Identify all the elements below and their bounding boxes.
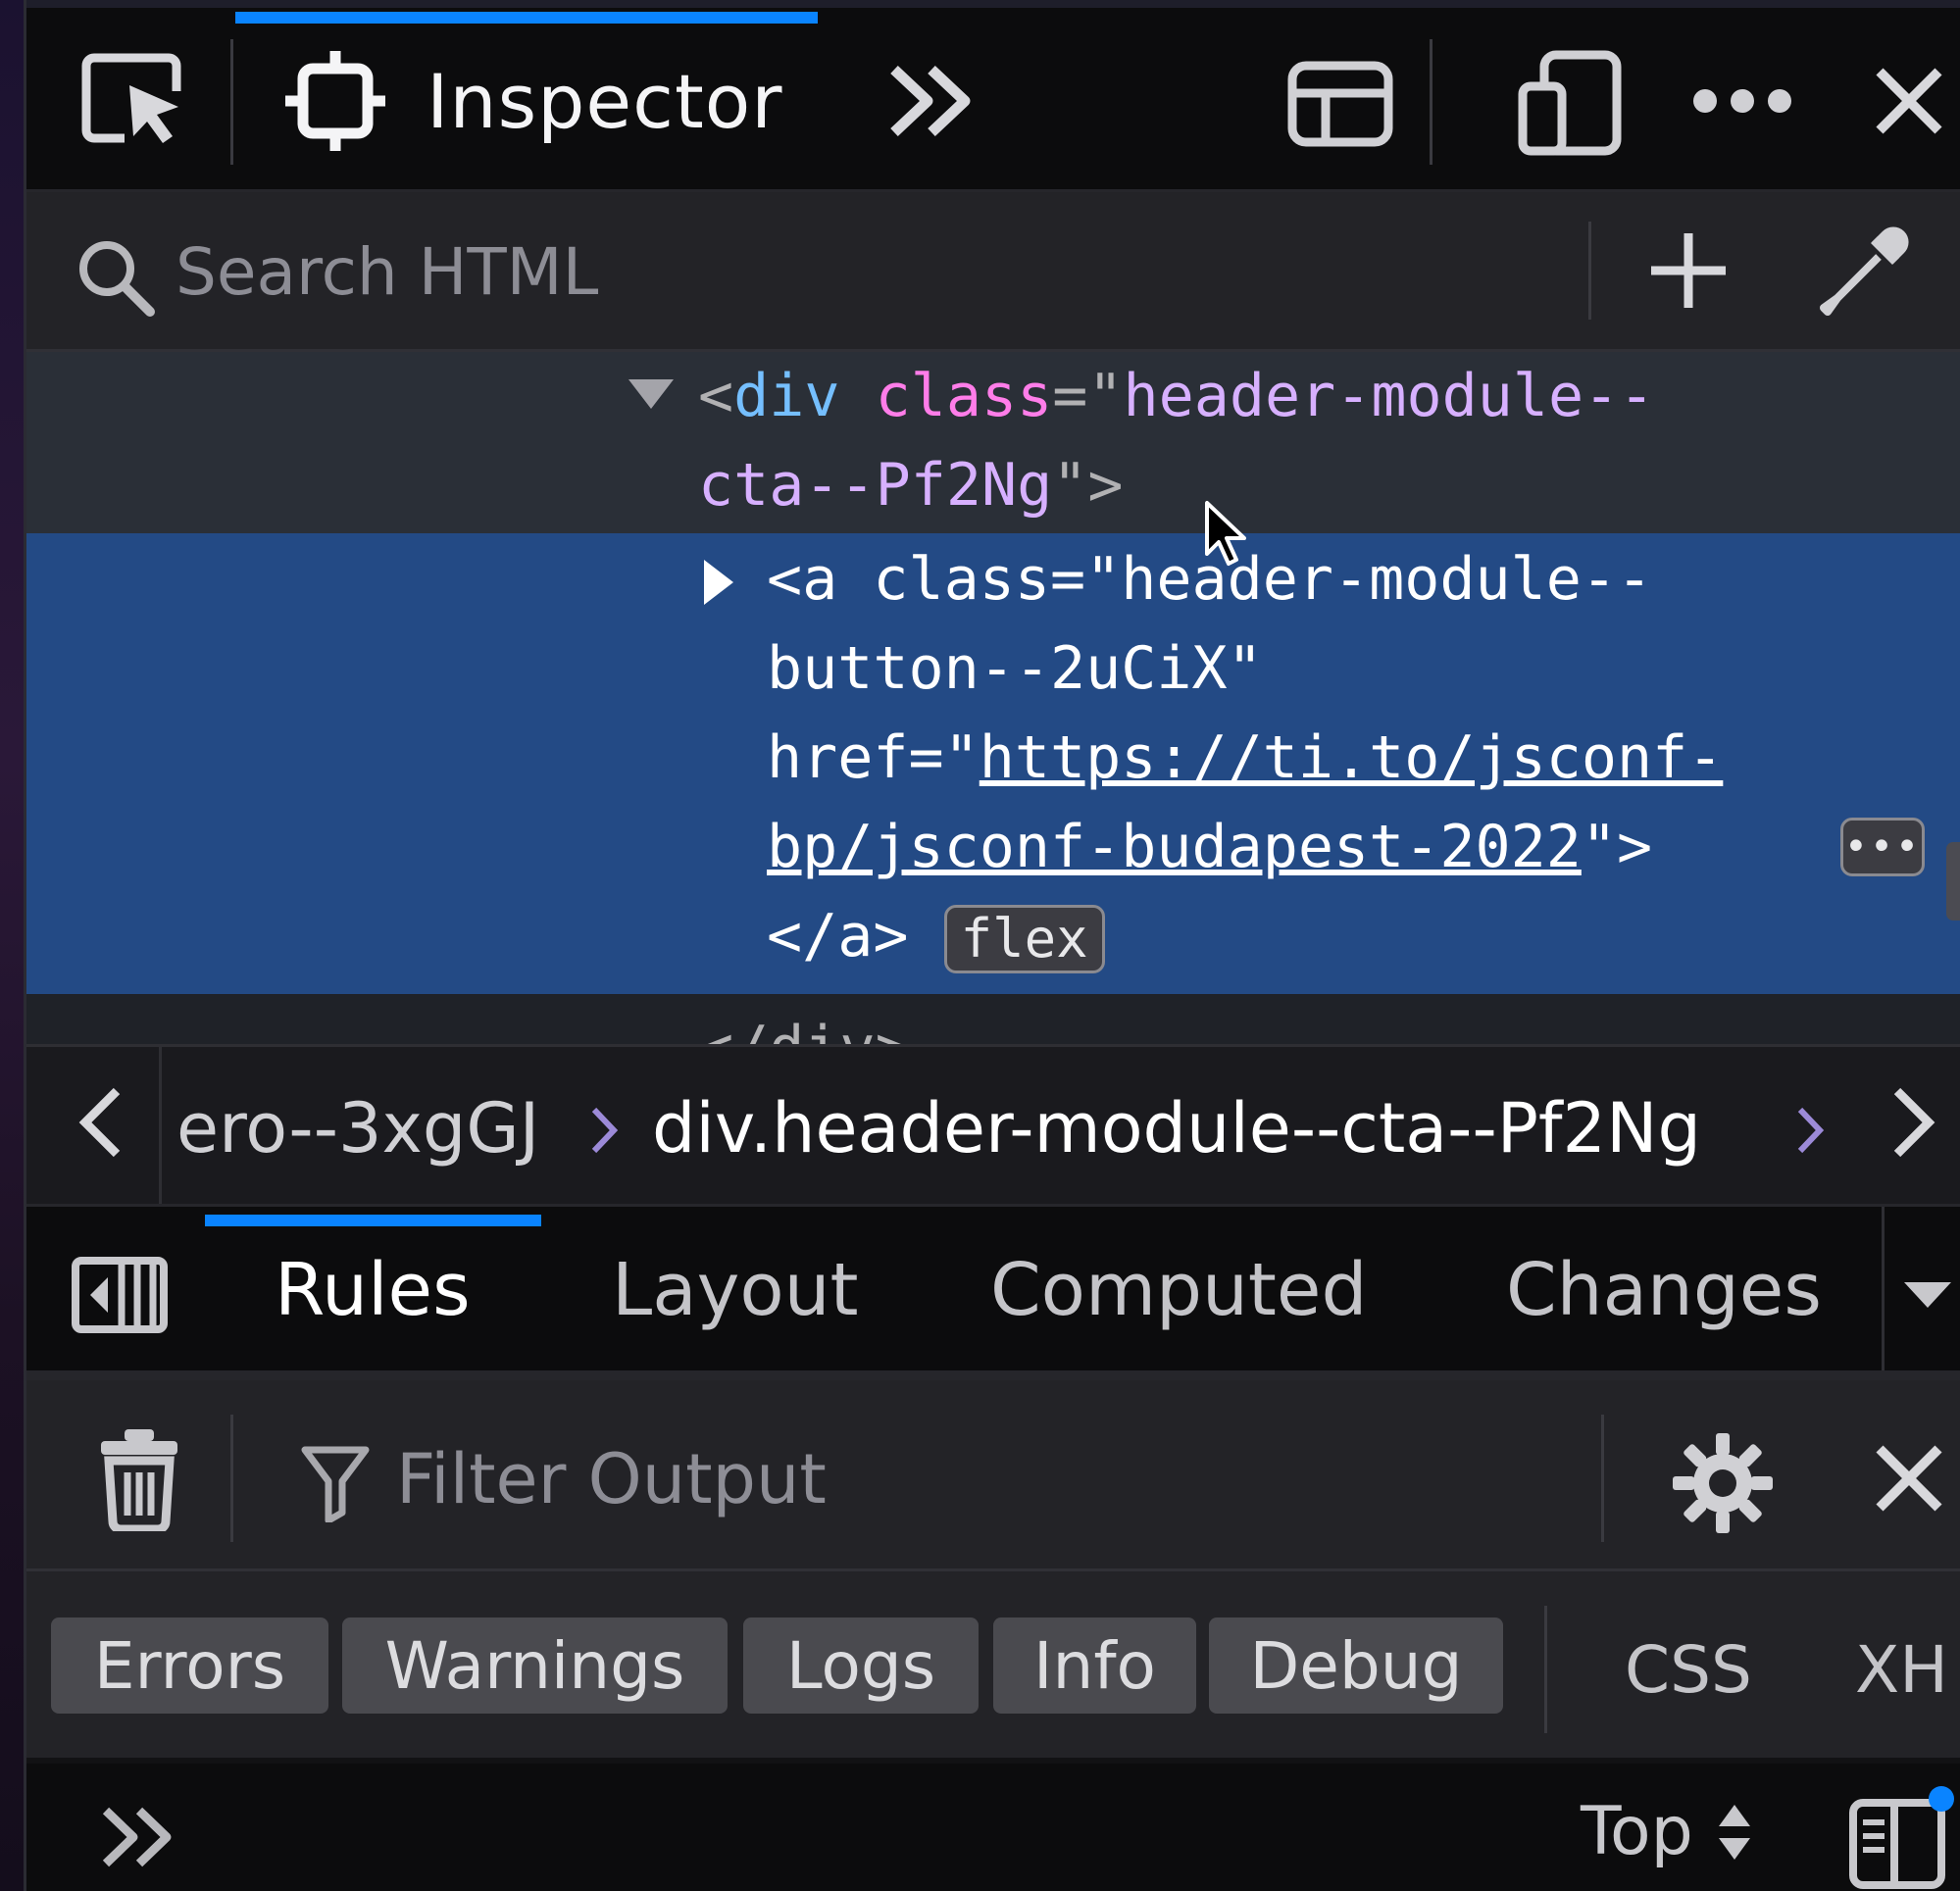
search-separator <box>1588 222 1591 320</box>
add-node-button[interactable] <box>1644 226 1733 315</box>
markup-child-line5: </a> flex <box>767 892 1105 981</box>
breadcrumb-item-previous[interactable]: ero--3xgGJ <box>176 1088 539 1169</box>
toolbar-separator <box>230 39 233 165</box>
more-tools-chevron-icon <box>889 65 970 137</box>
flex-badge[interactable]: flex <box>943 905 1105 974</box>
markup-child-line2: button--2uCiX" <box>767 634 1263 703</box>
href-link-continued[interactable]: bp/jsconf-budapest-2022 <box>767 813 1582 881</box>
search-html-input[interactable] <box>174 231 1550 312</box>
more-tools-button[interactable] <box>879 52 982 150</box>
split-editor-icon <box>1848 1786 1954 1889</box>
sidetab-separator <box>1882 1207 1885 1370</box>
collapsed-children-badge[interactable]: ••• <box>1840 818 1925 876</box>
inspector-icon <box>285 51 385 151</box>
context-label: Top <box>1581 1793 1693 1870</box>
filter-css-button[interactable]: CSS <box>1625 1632 1752 1708</box>
console-prompt-chevron-icon <box>102 1807 172 1867</box>
chevron-down-icon <box>1903 1282 1951 1308</box>
breadcrumb-scroll-left-button[interactable] <box>56 1078 144 1167</box>
markup-child-line3: href="https://ti.to/jsconf- <box>767 723 1724 792</box>
window-top-border <box>26 0 1960 8</box>
console-settings-button[interactable] <box>1664 1424 1782 1542</box>
context-selector[interactable]: Top <box>1581 1793 1754 1870</box>
breadcrumb-chevron-icon <box>1797 1107 1825 1154</box>
search-icon <box>79 241 155 317</box>
chevron-right-icon <box>1893 1087 1935 1158</box>
filter-xhr-button[interactable]: XH <box>1855 1632 1948 1708</box>
console-toolbar-separator <box>230 1415 233 1542</box>
tab-inspector-label: Inspector <box>427 57 783 145</box>
filter-info-button[interactable]: Info <box>993 1617 1196 1714</box>
close-devtools-button[interactable] <box>1870 62 1948 140</box>
filter-separator <box>1544 1606 1547 1733</box>
close-icon <box>1876 1445 1942 1512</box>
console-toolbar <box>26 1380 1960 1571</box>
filter-errors-button[interactable]: Errors <box>51 1617 328 1714</box>
chevron-left-icon <box>78 1087 121 1158</box>
markup-closing-tag: </div> <box>698 1004 911 1044</box>
filter-warnings-button[interactable]: Warnings <box>342 1617 728 1714</box>
sidebar-tabs: Rules Layout Computed Changes <box>26 1207 1960 1380</box>
breadcrumb-chevron-icon <box>591 1107 619 1154</box>
tab-rules[interactable]: Rules <box>275 1248 471 1332</box>
dock-layout-button[interactable] <box>1282 52 1399 155</box>
breadcrumb: ero--3xgGJ div.header-module--cta--Pf2Ng <box>26 1044 1960 1210</box>
devtools-toolbar: Inspector <box>26 8 1960 192</box>
more-sidebar-tabs-dropdown[interactable] <box>1894 1256 1960 1334</box>
markup-scrollbar[interactable] <box>1946 842 1960 921</box>
breadcrumb-track: ero--3xgGJ div.header-module--cta--Pf2Ng <box>162 1047 1848 1204</box>
breadcrumb-item-current[interactable]: div.header-module--cta--Pf2Ng <box>652 1088 1701 1169</box>
console-toolbar-separator <box>1601 1415 1604 1542</box>
expand-arrow-right-icon[interactable] <box>698 556 737 609</box>
href-link[interactable]: https://ti.to/jsconf- <box>980 723 1724 792</box>
mouse-cursor-icon <box>1205 501 1246 566</box>
more-options-icon <box>1693 89 1791 113</box>
toolbar-separator <box>1430 39 1432 165</box>
expand-arrow-down-icon[interactable] <box>625 373 678 413</box>
tab-computed[interactable]: Computed <box>990 1248 1367 1332</box>
markup-search-bar <box>26 192 1960 352</box>
plus-icon <box>1651 233 1726 308</box>
tab-inspector[interactable]: Inspector <box>281 37 783 165</box>
updown-arrows-icon <box>1718 1804 1750 1860</box>
element-picker-button[interactable] <box>71 42 198 160</box>
dock-layout-icon <box>1287 61 1393 146</box>
trash-icon <box>101 1429 177 1531</box>
active-tab-indicator <box>235 12 818 24</box>
gear-icon <box>1673 1433 1773 1533</box>
eyedropper-button[interactable] <box>1816 222 1914 320</box>
toggle-sidebar-button[interactable] <box>66 1246 174 1344</box>
markup-view: <div class="header-module-- cta--Pf2Ng">… <box>26 352 1960 1044</box>
filter-output-input[interactable] <box>394 1434 1575 1524</box>
close-console-button[interactable] <box>1870 1439 1948 1518</box>
more-options-button[interactable] <box>1688 62 1796 140</box>
element-picker-icon <box>81 53 181 143</box>
devtools-window: Inspector Search HTML <div class="header… <box>26 0 1960 1891</box>
console-input-row[interactable]: Top <box>26 1764 1960 1891</box>
responsive-design-icon <box>1518 50 1622 156</box>
notification-dot <box>1928 1786 1954 1812</box>
editor-mode-button[interactable] <box>1845 1783 1958 1891</box>
page-edge-strip <box>0 0 26 1891</box>
filter-debug-button[interactable]: Debug <box>1209 1617 1503 1714</box>
markup-parent-line1: <div class="header-module-- <box>698 362 1655 430</box>
breadcrumb-scroll-right-button[interactable] <box>1870 1078 1958 1167</box>
tab-changes[interactable]: Changes <box>1506 1248 1822 1332</box>
tab-layout[interactable]: Layout <box>612 1248 859 1332</box>
clear-console-button[interactable] <box>85 1424 193 1532</box>
sidebar-toggle-icon <box>72 1257 168 1333</box>
active-sidebar-tab-indicator <box>205 1215 541 1226</box>
close-icon <box>1876 68 1942 134</box>
console-filter-bar: Errors Warnings Logs Info Debug CSS XH <box>26 1571 1960 1764</box>
responsive-design-button[interactable] <box>1512 45 1630 161</box>
eyedropper-icon <box>1820 226 1909 316</box>
filter-icon <box>301 1446 370 1522</box>
markup-child-line4: bp/jsconf-budapest-2022"> <box>767 813 1653 881</box>
markup-parent-line2: cta--Pf2Ng"> <box>698 451 1124 520</box>
filter-logs-button[interactable]: Logs <box>743 1617 979 1714</box>
